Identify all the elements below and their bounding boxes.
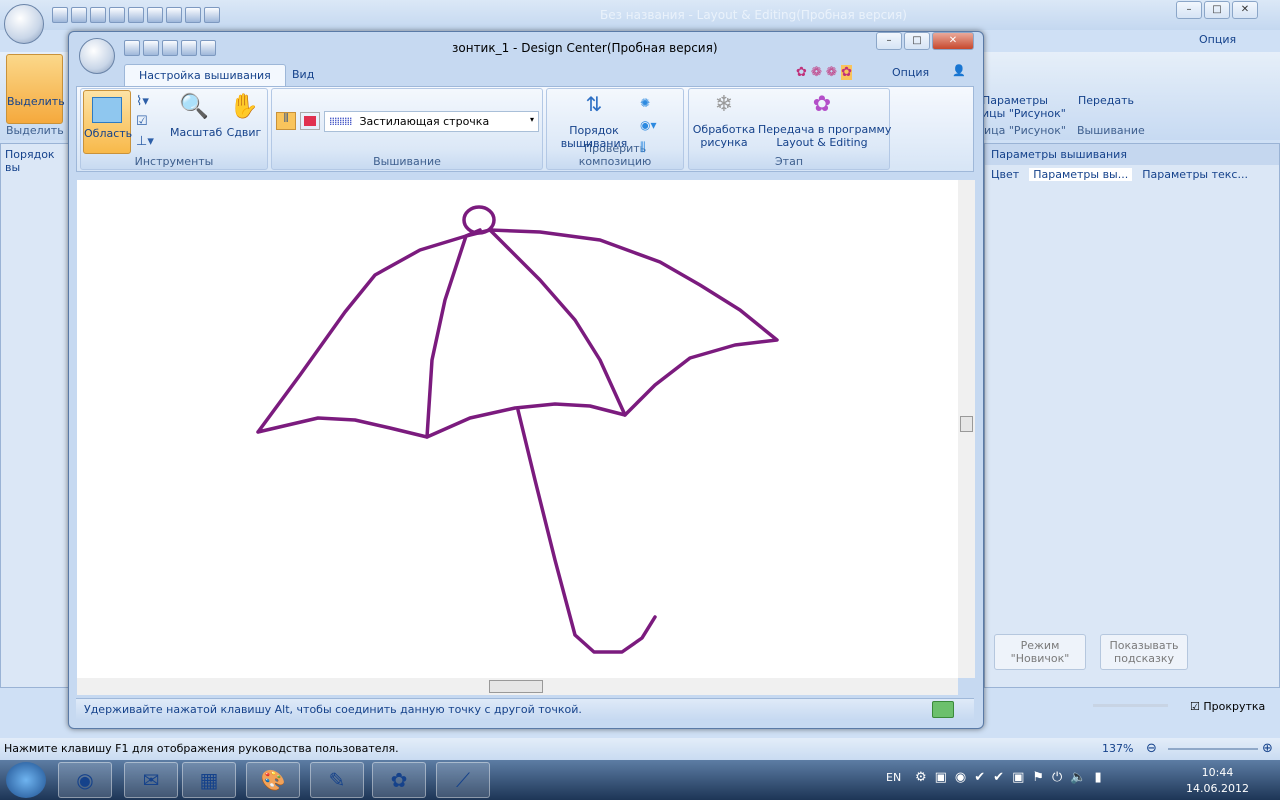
tool-small-icons[interactable]: ⌇▾ ☑ ⊥▾ — [136, 92, 154, 152]
process-image-button[interactable]: ❄ Обработка рисунка — [692, 92, 756, 149]
zoom-out-button[interactable]: ⊖ — [1146, 741, 1157, 756]
dialog-minimize-button[interactable]: – — [876, 32, 902, 50]
dialog-window-controls: – □ ✕ — [876, 32, 974, 50]
hand-icon: ✋ — [229, 92, 259, 120]
layout-editing-taskbar-icon[interactable]: ✿ — [372, 762, 426, 798]
area-icon — [92, 97, 122, 123]
tray-icons[interactable]: ⚙▣◉✔✔▣⚑⏻🔈▮ — [915, 770, 1110, 785]
red-swatch — [304, 116, 316, 126]
show-hint-button[interactable]: Показывать подсказку — [1100, 634, 1188, 670]
dialog-status-text: Удерживайте нажатой клавишу Alt, чтобы с… — [84, 703, 582, 716]
group-stage-label: Этап — [774, 155, 804, 168]
dialog-maximize-button[interactable]: □ — [904, 32, 930, 50]
tab-color[interactable]: Цвет — [991, 168, 1019, 181]
magnifier-icon: 🔍 — [179, 92, 209, 120]
zoom-slider[interactable] — [1168, 748, 1258, 750]
bg-option-menu[interactable]: Опция — [1199, 33, 1236, 46]
background-title-bar: Без названия - Layout & Editing(Пробная … — [0, 0, 1280, 44]
tab-view[interactable]: Вид — [278, 64, 328, 86]
outlook-taskbar-icon[interactable]: ✉ — [124, 762, 178, 798]
pan-tool-label: Сдвиг — [226, 126, 262, 139]
maximize-button[interactable]: □ — [1204, 1, 1230, 19]
app-taskbar-icon[interactable]: ⟋ — [436, 762, 490, 798]
stitch-pattern-icon: ⁞⁞⁞⁞⁞⁞⁞⁞⁞ — [329, 115, 353, 128]
color-swatch[interactable] — [300, 112, 320, 130]
picture-params-button[interactable]: Параметры ицы "Рисунок" — [982, 94, 1066, 120]
right-panel-tabs: Цвет Параметры вы... Параметры текс... — [985, 165, 1279, 184]
flower-icons[interactable]: ✿ ❁ ❁ ✿ — [796, 65, 852, 80]
sew-order-button[interactable]: ⇅ Порядок вышивания — [560, 92, 628, 150]
right-panel: Параметры вышивания Цвет Параметры вы...… — [984, 143, 1280, 688]
scroll-checkbox-label: Прокрутка — [1203, 700, 1266, 713]
chevron-down-icon: ▾ — [529, 115, 534, 124]
quick-access-toolbar — [52, 7, 220, 23]
dialog-option-menu[interactable]: Опция — [892, 66, 929, 79]
dialog-quick-access — [124, 40, 216, 56]
zoom-tool-button[interactable]: 🔍 Масштаб — [170, 92, 223, 139]
left-panel-title: Порядок вы — [5, 148, 55, 174]
speed-slider[interactable] — [1093, 704, 1168, 707]
select-group-label: Выделить — [6, 124, 64, 137]
dialog-title: зонтик_1 - Design Center(Пробная версия) — [452, 41, 718, 55]
transfer-group-label: Вышивание — [1077, 124, 1145, 137]
pan-tool-button[interactable]: ✋ Сдвиг — [224, 92, 264, 139]
select-button[interactable]: Выделить — [6, 54, 65, 124]
transfer-to-le-button[interactable]: ✿ Передача в программу Layout & Editing — [758, 92, 892, 149]
drawing-canvas[interactable] — [77, 180, 958, 678]
clock[interactable]: 10:44 14.06.2012 — [1186, 765, 1249, 797]
start-button[interactable] — [6, 762, 46, 798]
novice-mode-button[interactable]: Режим "Новичок" — [994, 634, 1086, 670]
group-tools-label: Инструменты — [134, 155, 214, 168]
status-text: Нажмите клавишу F1 для отображения руков… — [4, 742, 399, 755]
group-embroidery-label: Вышивание — [373, 155, 441, 168]
language-indicator[interactable]: EN — [886, 771, 901, 784]
vertical-scrollbar[interactable] — [958, 180, 975, 678]
transfer-button[interactable]: Передать — [1078, 94, 1134, 107]
excel-taskbar-icon[interactable]: ▦ — [182, 762, 236, 798]
clock-date: 14.06.2012 — [1186, 782, 1249, 795]
app-orb[interactable] — [4, 4, 44, 44]
design-center-taskbar-icon[interactable]: ✎ — [310, 762, 364, 798]
zoom-in-button[interactable]: ⊕ — [1262, 741, 1273, 756]
right-panel-title: Параметры вышивания — [985, 144, 1279, 165]
check-small-icons[interactable]: ✺ ◉▾ ⫼ — [640, 92, 657, 158]
line-sew-icon[interactable]: ⫼ — [276, 112, 296, 130]
left-panel: Порядок вы — [0, 143, 70, 688]
process-image-label: Обработка рисунка — [692, 123, 756, 149]
sew-order-label: Порядок вышивания — [560, 124, 628, 150]
dialog-status-bar: Удерживайте нажатой клавишу Alt, чтобы с… — [76, 698, 974, 720]
clock-time: 10:44 — [1201, 766, 1234, 779]
image-process-icon: ❄ — [714, 92, 734, 117]
minimize-button[interactable]: – — [1176, 1, 1202, 19]
dialog-close-button[interactable]: ✕ — [932, 32, 974, 50]
paint-taskbar-icon[interactable]: 🎨 — [246, 762, 300, 798]
flower-icon: ✿ — [812, 92, 832, 117]
stitch-type-value: Застилающая строчка — [359, 115, 490, 128]
area-button[interactable]: Область — [83, 90, 133, 154]
refresh-icon[interactable] — [932, 701, 954, 718]
zoom-level: 137% — [1102, 742, 1134, 755]
horizontal-scrollbar[interactable] — [77, 678, 958, 695]
scroll-checkbox[interactable]: ☑ Прокрутка — [1190, 700, 1265, 713]
close-button[interactable]: ✕ — [1232, 1, 1258, 19]
tab-embroidery-params[interactable]: Параметры вы... — [1029, 168, 1133, 181]
window-controls: – □ ✕ — [1176, 1, 1258, 19]
stitch-type-select[interactable]: ⁞⁞⁞⁞⁞⁞⁞⁞⁞ Застилающая строчка ▾ — [324, 111, 539, 132]
chrome-taskbar-icon[interactable]: ◉ — [58, 762, 112, 798]
area-label: Область — [84, 127, 133, 140]
horizontal-scroll-thumb[interactable] — [489, 680, 543, 693]
zoom-tool-label: Масштаб — [170, 126, 223, 139]
design-center-orb[interactable] — [79, 38, 115, 74]
sew-order-icon: ⇅ — [585, 92, 603, 116]
background-window-title: Без названия - Layout & Editing(Пробная … — [600, 8, 907, 22]
transfer-to-le-label: Передача в программу Layout & Editing — [758, 123, 892, 149]
tab-embroidery-settings[interactable]: Настройка вышивания — [124, 64, 286, 86]
tab-text-params[interactable]: Параметры текс... — [1142, 168, 1248, 181]
status-bar: Нажмите клавишу F1 для отображения руков… — [0, 738, 1280, 760]
picture-group-label: ица "Рисунок" — [984, 124, 1066, 137]
user-icon[interactable]: 👤 — [952, 64, 966, 77]
vertical-scroll-thumb[interactable] — [960, 416, 973, 432]
